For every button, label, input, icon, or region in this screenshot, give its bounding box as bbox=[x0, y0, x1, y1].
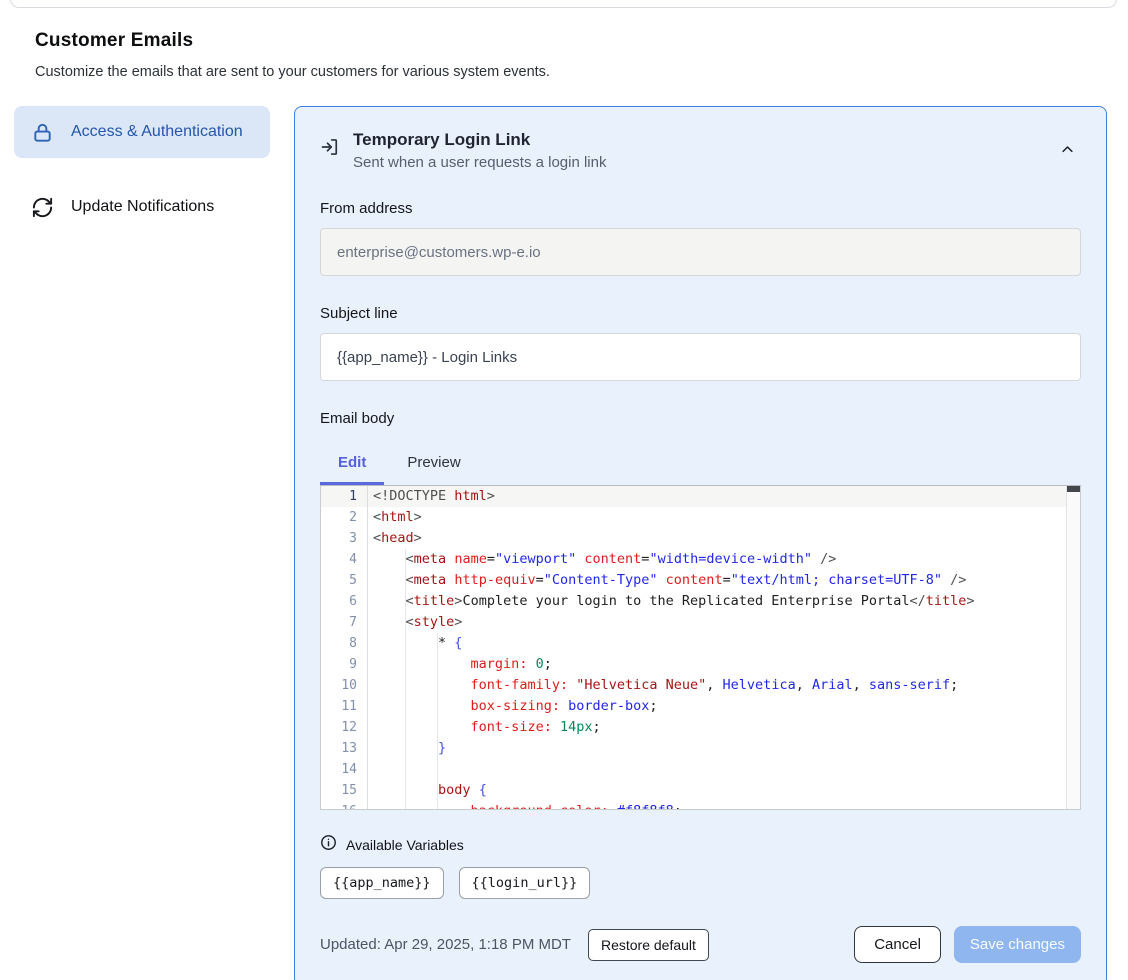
editor-scrollbar[interactable] bbox=[1066, 486, 1080, 809]
save-changes-button[interactable]: Save changes bbox=[954, 926, 1081, 963]
code-line[interactable]: 15 body { bbox=[321, 780, 1080, 801]
line-number: 6 bbox=[321, 591, 368, 612]
code-line-content: <title>Complete your login to the Replic… bbox=[368, 591, 975, 612]
code-rows: 1<!DOCTYPE html>2<html>3<head>4 <meta na… bbox=[321, 486, 1080, 810]
variable-chip-app-name[interactable]: {{app_name}} bbox=[320, 867, 444, 899]
page-header: Customer Emails Customize the emails tha… bbox=[0, 0, 1128, 80]
code-line-content: <meta name="viewport" content="width=dev… bbox=[368, 549, 836, 570]
previous-card-edge bbox=[10, 0, 1117, 8]
line-number: 5 bbox=[321, 570, 368, 591]
code-line[interactable]: 3<head> bbox=[321, 528, 1080, 549]
login-icon bbox=[320, 137, 340, 162]
code-line[interactable]: 6 <title>Complete your login to the Repl… bbox=[321, 591, 1080, 612]
page-title: Customer Emails bbox=[35, 30, 1093, 52]
card-footer: Updated: Apr 29, 2025, 1:18 PM MDT Resto… bbox=[320, 926, 1081, 963]
variable-chip-login-url[interactable]: {{login_url}} bbox=[459, 867, 591, 899]
line-number: 8 bbox=[321, 633, 368, 654]
card-header: Temporary Login Link Sent when a user re… bbox=[320, 130, 1081, 171]
tab-preview[interactable]: Preview bbox=[389, 447, 478, 485]
from-address-input[interactable] bbox=[320, 228, 1081, 276]
line-number: 3 bbox=[321, 528, 368, 549]
email-body-label: Email body bbox=[320, 410, 1081, 427]
available-variables-header: Available Variables bbox=[320, 834, 1081, 856]
code-line-content: body { bbox=[368, 780, 487, 801]
line-number: 13 bbox=[321, 738, 368, 759]
code-line[interactable]: 11 box-sizing: border-box; bbox=[321, 696, 1080, 717]
code-line-content: * { bbox=[368, 633, 462, 654]
code-line[interactable]: 1<!DOCTYPE html> bbox=[321, 486, 1080, 507]
code-line-content bbox=[368, 759, 373, 780]
scrollbar-thumb[interactable] bbox=[1067, 486, 1080, 492]
lock-icon bbox=[30, 121, 54, 144]
line-number: 16 bbox=[321, 801, 368, 810]
code-line-content: box-sizing: border-box; bbox=[368, 696, 658, 717]
code-line-content: font-family: "Helvetica Neue", Helvetica… bbox=[368, 675, 958, 696]
email-body-tabs: Edit Preview bbox=[320, 447, 1081, 485]
code-line-content: background-color: #f8f8f8; bbox=[368, 801, 682, 810]
collapse-button[interactable] bbox=[1054, 136, 1081, 166]
line-number: 4 bbox=[321, 549, 368, 570]
code-line-content: <html> bbox=[368, 507, 422, 528]
code-line-content: <!DOCTYPE html> bbox=[368, 486, 495, 507]
info-icon bbox=[320, 834, 337, 856]
from-address-label: From address bbox=[320, 200, 1081, 217]
code-line[interactable]: 12 font-size: 14px; bbox=[321, 717, 1080, 738]
code-editor[interactable]: 1<!DOCTYPE html>2<html>3<head>4 <meta na… bbox=[320, 485, 1081, 810]
code-line[interactable]: 5 <meta http-equiv="Content-Type" conten… bbox=[321, 570, 1080, 591]
cancel-button[interactable]: Cancel bbox=[854, 926, 941, 963]
line-number: 12 bbox=[321, 717, 368, 738]
indent-guide bbox=[405, 549, 406, 809]
code-line[interactable]: 9 margin: 0; bbox=[321, 654, 1080, 675]
line-number: 10 bbox=[321, 675, 368, 696]
code-line[interactable]: 7 <style> bbox=[321, 612, 1080, 633]
code-line[interactable]: 4 <meta name="viewport" content="width=d… bbox=[321, 549, 1080, 570]
tab-edit[interactable]: Edit bbox=[320, 447, 384, 485]
page-subtitle: Customize the emails that are sent to yo… bbox=[35, 64, 1093, 80]
line-number: 15 bbox=[321, 780, 368, 801]
sidebar-item-label: Access & Authentication bbox=[71, 120, 243, 144]
line-number: 1 bbox=[321, 486, 368, 507]
chevron-up-icon bbox=[1060, 145, 1075, 160]
code-line[interactable]: 8 * { bbox=[321, 633, 1080, 654]
line-number: 7 bbox=[321, 612, 368, 633]
code-line[interactable]: 16 background-color: #f8f8f8; bbox=[321, 801, 1080, 810]
code-line-content: font-size: 14px; bbox=[368, 717, 601, 738]
sidebar-item-access-authentication[interactable]: Access & Authentication bbox=[14, 106, 270, 158]
code-line-content: } bbox=[368, 738, 446, 759]
code-line[interactable]: 2<html> bbox=[321, 507, 1080, 528]
code-line-content: <style> bbox=[368, 612, 462, 633]
line-number: 2 bbox=[321, 507, 368, 528]
code-line-content: margin: 0; bbox=[368, 654, 552, 675]
card-title: Temporary Login Link bbox=[353, 130, 1054, 150]
restore-default-button[interactable]: Restore default bbox=[588, 929, 709, 961]
line-number: 9 bbox=[321, 654, 368, 675]
sidebar-item-label: Update Notifications bbox=[71, 195, 214, 219]
code-line-content: <meta http-equiv="Content-Type" content=… bbox=[368, 570, 966, 591]
card-subtitle: Sent when a user requests a login link bbox=[353, 154, 1054, 171]
code-line[interactable]: 10 font-family: "Helvetica Neue", Helvet… bbox=[321, 675, 1080, 696]
refresh-icon bbox=[30, 196, 54, 219]
available-variables-label: Available Variables bbox=[346, 837, 464, 853]
sidebar-item-update-notifications[interactable]: Update Notifications bbox=[14, 181, 270, 233]
email-types-sidebar: Access & Authentication Update Notificat… bbox=[14, 106, 270, 233]
code-line[interactable]: 14 bbox=[321, 759, 1080, 780]
code-line-content: <head> bbox=[368, 528, 422, 549]
code-line[interactable]: 13 } bbox=[321, 738, 1080, 759]
temporary-login-link-card: Temporary Login Link Sent when a user re… bbox=[294, 106, 1107, 980]
line-number: 14 bbox=[321, 759, 368, 780]
subject-line-input[interactable] bbox=[320, 333, 1081, 381]
updated-timestamp: Updated: Apr 29, 2025, 1:18 PM MDT bbox=[320, 936, 571, 953]
line-number: 11 bbox=[321, 696, 368, 717]
subject-line-label: Subject line bbox=[320, 305, 1081, 322]
indent-guide bbox=[437, 633, 438, 809]
